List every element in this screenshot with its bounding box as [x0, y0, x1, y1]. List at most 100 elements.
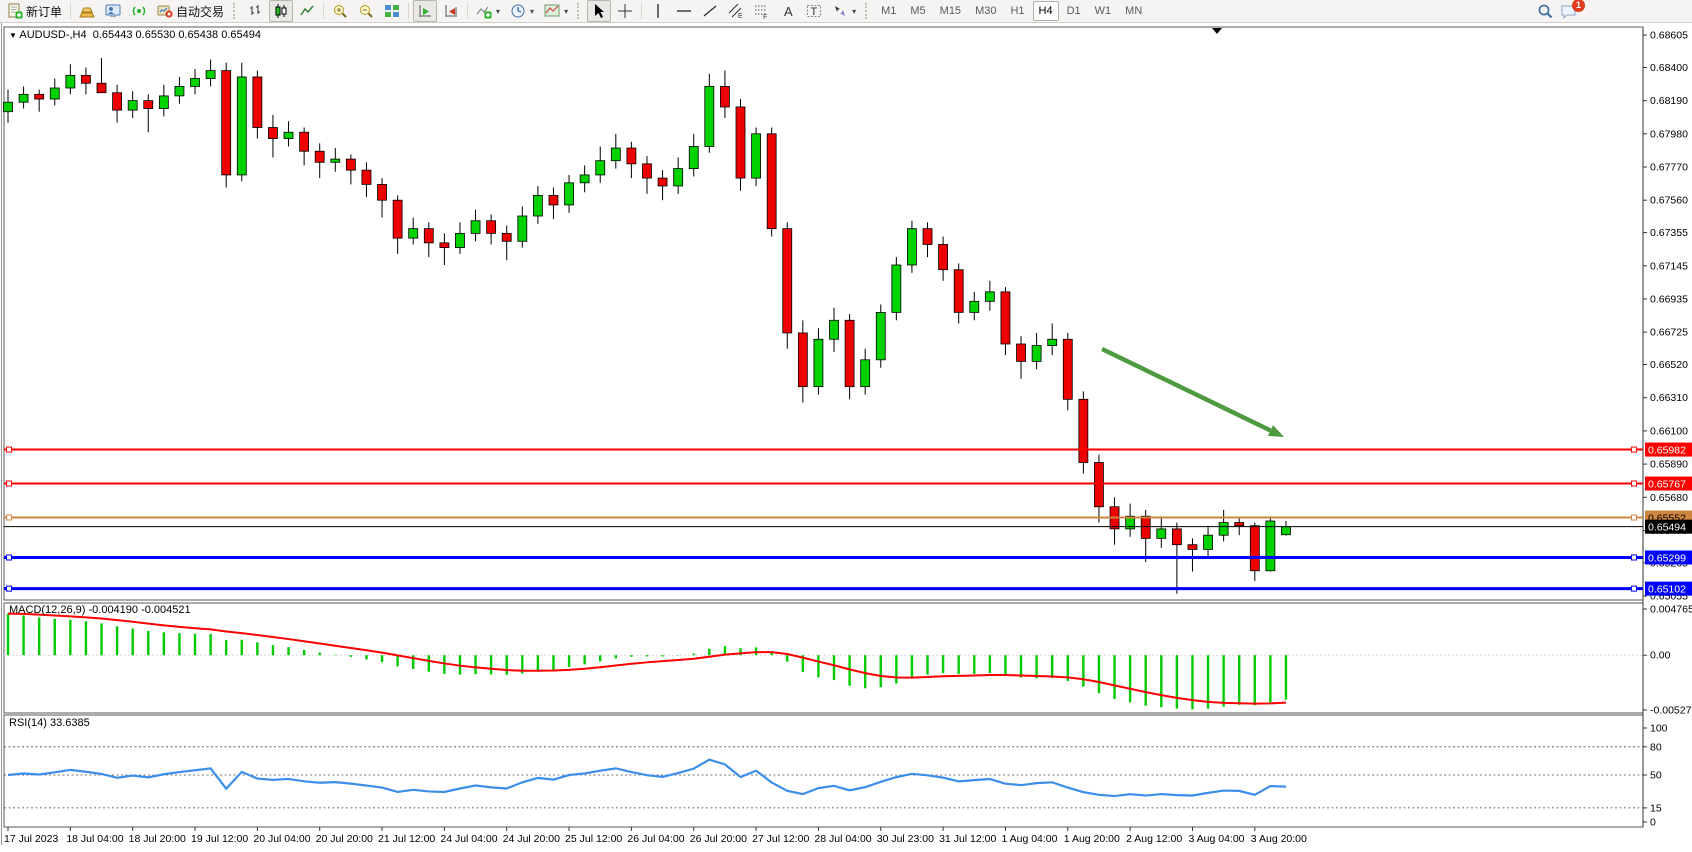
data-window-button[interactable] — [101, 0, 125, 22]
svg-text:0.67145: 0.67145 — [1650, 260, 1688, 272]
clock-icon — [510, 3, 526, 19]
separator — [641, 3, 642, 19]
search-icon[interactable] — [1537, 3, 1554, 20]
text-a-icon: A — [780, 3, 796, 19]
new-order-label: 新订单 — [26, 3, 62, 20]
dropdown-caret: ▾ — [530, 7, 534, 16]
cursor-icon — [591, 3, 607, 19]
timeframe-mn-button[interactable]: MN — [1119, 1, 1148, 21]
separator — [70, 3, 71, 19]
trendline-button[interactable] — [698, 0, 722, 22]
candlestick-chart-button[interactable] — [269, 0, 293, 22]
timeframe-h1-button[interactable]: H1 — [1004, 1, 1030, 21]
svg-text:25 Jul 12:00: 25 Jul 12:00 — [565, 833, 622, 845]
svg-text:26 Jul 20:00: 26 Jul 20:00 — [690, 833, 747, 845]
svg-text:0: 0 — [1650, 817, 1656, 829]
svg-text:24 Jul 20:00: 24 Jul 20:00 — [503, 833, 560, 845]
svg-text:27 Jul 12:00: 27 Jul 12:00 — [752, 833, 809, 845]
svg-text:0.68400: 0.68400 — [1650, 62, 1688, 74]
horizontal-line-icon — [676, 3, 692, 19]
separator — [467, 3, 468, 19]
svg-text:31 Jul 12:00: 31 Jul 12:00 — [939, 833, 996, 845]
crosshair-button[interactable] — [613, 0, 637, 22]
chart-shift-button[interactable] — [439, 0, 463, 22]
chart-canvas[interactable]: 0.686050.684000.681900.679800.677700.675… — [0, 23, 1692, 852]
periods-button[interactable]: ▾ — [506, 0, 538, 22]
crosshair-icon — [617, 3, 633, 19]
candlestick-icon — [273, 3, 289, 19]
svg-text:0.66520: 0.66520 — [1650, 359, 1688, 371]
arrows-button[interactable]: ▾ — [828, 0, 860, 22]
chart-area[interactable]: 0.686050.684000.681900.679800.677700.675… — [0, 23, 1692, 852]
svg-text:3 Aug 20:00: 3 Aug 20:00 — [1251, 833, 1307, 845]
svg-text:17 Jul 2023: 17 Jul 2023 — [4, 833, 58, 845]
svg-text:30 Jul 23:00: 30 Jul 23:00 — [877, 833, 934, 845]
timeframe-m5-button[interactable]: M5 — [904, 1, 931, 21]
indicators-button[interactable]: ▾ — [472, 0, 504, 22]
text-label-button[interactable]: T — [802, 0, 826, 22]
timeframe-d1-button[interactable]: D1 — [1061, 1, 1087, 21]
svg-text:-0.005276: -0.005276 — [1650, 705, 1692, 717]
svg-text:0.67770: 0.67770 — [1650, 162, 1688, 174]
svg-text:20 Jul 20:00: 20 Jul 20:00 — [316, 833, 373, 845]
timeframe-m30-button[interactable]: M30 — [969, 1, 1002, 21]
timeframe-m15-button[interactable]: M15 — [934, 1, 967, 21]
cursor-button[interactable] — [587, 0, 611, 22]
zoom-out-icon — [358, 3, 374, 19]
svg-text:80: 80 — [1650, 741, 1662, 753]
timeframe-w1-button[interactable]: W1 — [1089, 1, 1118, 21]
fibonacci-button[interactable]: F — [750, 0, 774, 22]
svg-text:19 Jul 12:00: 19 Jul 12:00 — [191, 833, 248, 845]
svg-text:F: F — [763, 14, 767, 19]
new-order-icon — [7, 3, 23, 19]
notification-badge[interactable]: 1 — [1572, 0, 1585, 12]
tile-windows-button[interactable] — [380, 0, 404, 22]
zoom-out-button[interactable] — [354, 0, 378, 22]
svg-text:0.67560: 0.67560 — [1650, 195, 1688, 207]
mt4-window: 新订单 自动交易 — [0, 0, 1692, 852]
toolbar: 新订单 自动交易 — [0, 0, 1692, 23]
vertical-line-button[interactable] — [646, 0, 670, 22]
svg-text:A: A — [784, 4, 793, 19]
auto-scroll-button[interactable] — [413, 0, 437, 22]
arrows-icon — [832, 3, 848, 19]
line-chart-icon — [299, 3, 315, 19]
svg-text:3 Aug 04:00: 3 Aug 04:00 — [1188, 833, 1244, 845]
profiles-button[interactable] — [75, 0, 99, 22]
svg-text:0.65494: 0.65494 — [1648, 521, 1686, 533]
svg-text:0.004765: 0.004765 — [1650, 604, 1692, 616]
svg-text:0.65680: 0.65680 — [1650, 492, 1688, 504]
horizontal-line-button[interactable] — [672, 0, 696, 22]
svg-text:18 Jul 04:00: 18 Jul 04:00 — [66, 833, 123, 845]
autotrading-button[interactable]: 自动交易 — [153, 0, 228, 22]
auto-scroll-icon — [417, 3, 433, 19]
svg-text:20 Jul 04:00: 20 Jul 04:00 — [253, 833, 310, 845]
equidistant-channel-button[interactable]: E — [724, 0, 748, 22]
autotrading-icon — [157, 3, 173, 19]
line-chart-button[interactable] — [295, 0, 319, 22]
svg-text:26 Jul 04:00: 26 Jul 04:00 — [627, 833, 684, 845]
svg-text:18 Jul 20:00: 18 Jul 20:00 — [129, 833, 186, 845]
svg-text:0.66935: 0.66935 — [1650, 293, 1688, 305]
svg-text:0.66725: 0.66725 — [1650, 327, 1688, 339]
vertical-line-icon — [650, 3, 666, 19]
signals-button[interactable] — [127, 0, 151, 22]
zoom-in-button[interactable] — [328, 0, 352, 22]
svg-text:0.65767: 0.65767 — [1648, 478, 1686, 490]
zoom-in-icon — [332, 3, 348, 19]
svg-text:0.67980: 0.67980 — [1650, 128, 1688, 140]
svg-text:0.00: 0.00 — [1650, 650, 1671, 662]
tile-windows-icon — [384, 3, 400, 19]
gold-bars-icon — [79, 3, 95, 19]
new-order-button[interactable]: 新订单 — [3, 0, 66, 22]
text-button[interactable]: A — [776, 0, 800, 22]
bar-chart-button[interactable] — [243, 0, 267, 22]
templates-button[interactable]: ▾ — [540, 0, 572, 22]
svg-text:0.65299: 0.65299 — [1648, 552, 1686, 564]
autotrading-label: 自动交易 — [176, 3, 224, 20]
timeframe-m1-button[interactable]: M1 — [875, 1, 902, 21]
timeframe-h4-button[interactable]: H4 — [1033, 1, 1059, 21]
channel-icon: E — [728, 3, 744, 19]
dropdown-caret: ▾ — [852, 7, 856, 16]
svg-text:21 Jul 12:00: 21 Jul 12:00 — [378, 833, 435, 845]
